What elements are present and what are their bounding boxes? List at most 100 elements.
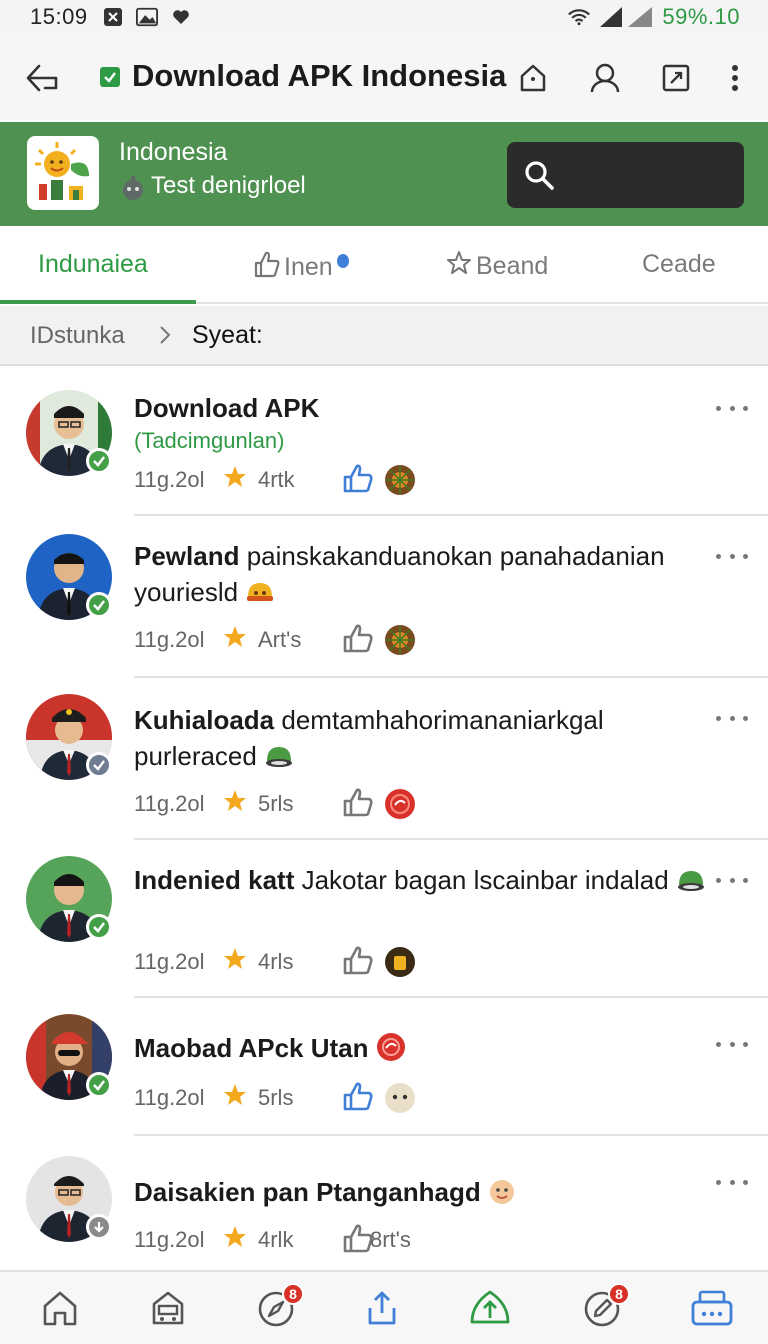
star-icon bbox=[222, 624, 248, 650]
item-date: 11g.2ol bbox=[134, 1227, 205, 1252]
back-button[interactable] bbox=[22, 58, 62, 98]
battery-text: 59%.10 bbox=[662, 4, 740, 29]
search-input[interactable] bbox=[507, 142, 744, 208]
like-icon[interactable] bbox=[342, 1080, 374, 1112]
tab-inen[interactable]: Inen bbox=[254, 250, 349, 285]
item-meta: 11g.2ol 4rtk bbox=[134, 464, 734, 498]
more-options-button[interactable] bbox=[716, 546, 748, 566]
more-options-button[interactable] bbox=[716, 1034, 748, 1054]
reaction-emoji-icon bbox=[384, 788, 416, 820]
wifi-icon bbox=[568, 7, 591, 27]
breadcrumb-current: Syeat: bbox=[192, 321, 263, 349]
item-rating-count: 5rls bbox=[258, 1085, 294, 1110]
chat-icon bbox=[691, 1290, 733, 1326]
item-title[interactable]: Daisakien pan Ptanganhagd bbox=[134, 1174, 714, 1210]
search-icon bbox=[523, 159, 555, 191]
item-date: 11g.2ol bbox=[134, 1085, 205, 1110]
tab-indunaiea[interactable]: Indunaiea bbox=[38, 250, 148, 279]
nav-upload-button[interactable] bbox=[468, 1286, 512, 1330]
item-title[interactable]: Pewland painskakanduanokan panahadanian … bbox=[134, 538, 714, 610]
notification-badge: 8 bbox=[282, 1283, 304, 1305]
divider bbox=[134, 996, 768, 998]
divider bbox=[134, 514, 768, 516]
store-icon bbox=[152, 1291, 184, 1325]
tab-label: Inen bbox=[284, 253, 333, 281]
active-tab-indicator bbox=[0, 300, 196, 304]
item-title-bold: Download APK bbox=[134, 393, 320, 423]
reaction-emoji-icon bbox=[384, 1082, 416, 1114]
tab-ceade[interactable]: Ceade bbox=[642, 250, 716, 279]
tab-label: Beand bbox=[476, 252, 549, 280]
item-title[interactable]: Kuhialoada demtamhahorimananiarkgal purl… bbox=[134, 702, 714, 774]
item-meta: 11g.2ol 5rls bbox=[134, 1082, 734, 1116]
page-title: Download APK Indonesia bbox=[132, 58, 507, 93]
verified-badge-icon bbox=[86, 592, 112, 618]
app-name: Indonesia bbox=[119, 138, 228, 166]
item-title-bold: Kuhialoada bbox=[134, 705, 275, 735]
nav-share-button[interactable] bbox=[360, 1286, 404, 1330]
item-title-bold: Daisakien pan Ptanganhagd bbox=[134, 1177, 481, 1207]
item-title[interactable]: Indenied katt Jakotar bagan lscainbar in… bbox=[134, 862, 714, 898]
nav-compass-button[interactable]: 8 bbox=[254, 1283, 304, 1330]
tab-label: Ceade bbox=[642, 250, 716, 278]
reaction-emoji-icon bbox=[384, 624, 416, 656]
nav-store-button[interactable] bbox=[146, 1286, 190, 1330]
item-meta: 11g.2ol 4rlk 8rt's bbox=[134, 1224, 734, 1258]
menu-button[interactable] bbox=[715, 58, 755, 98]
item-rating-count: 4rlk bbox=[258, 1227, 294, 1252]
like-icon[interactable] bbox=[342, 622, 374, 654]
star-icon bbox=[222, 946, 248, 972]
upload-icon bbox=[470, 1290, 510, 1324]
item-title-bold: Pewland bbox=[134, 541, 240, 571]
item-meta: 11g.2ol Art's bbox=[134, 624, 734, 658]
app-header: Indonesia Test denigrloel bbox=[0, 122, 768, 226]
nav-chat-button[interactable] bbox=[690, 1286, 734, 1330]
item-subtitle: (Tadcimgunlan) bbox=[134, 428, 285, 453]
helmet-emoji-icon bbox=[677, 871, 704, 891]
breadcrumb: IDstunka Syeat: bbox=[0, 306, 768, 366]
item-title-bold: Maobad APck Utan bbox=[134, 1033, 369, 1063]
like-icon[interactable] bbox=[342, 462, 374, 494]
star-icon bbox=[222, 1224, 248, 1250]
item-meta: 11g.2ol 5rls bbox=[134, 788, 734, 822]
profile-button[interactable] bbox=[585, 58, 625, 98]
verified-badge-icon bbox=[86, 448, 112, 474]
item-title-rest: Jakotar bagan lscainbar indalad bbox=[301, 865, 669, 895]
nav-pencil-button[interactable]: 8 bbox=[580, 1283, 630, 1330]
more-options-button[interactable] bbox=[716, 870, 748, 890]
badge-emoji-icon bbox=[376, 1033, 405, 1061]
more-options-button[interactable] bbox=[716, 398, 748, 418]
item-date: 11g.2ol bbox=[134, 949, 205, 974]
more-options-button[interactable] bbox=[716, 708, 748, 728]
thumb-icon bbox=[254, 250, 280, 285]
tab-label: Indunaiea bbox=[38, 250, 148, 278]
notification-dot bbox=[336, 253, 349, 268]
app-logo[interactable] bbox=[27, 136, 99, 210]
like-icon[interactable] bbox=[342, 786, 374, 818]
star-icon bbox=[222, 788, 248, 814]
download-badge-icon bbox=[86, 1214, 112, 1240]
pending-badge-icon bbox=[86, 752, 112, 778]
like-icon[interactable] bbox=[342, 944, 374, 976]
more-options-button[interactable] bbox=[716, 1172, 748, 1192]
star-icon bbox=[222, 464, 248, 490]
tab-bar: Indunaiea Inen Beand Ceade bbox=[0, 226, 768, 304]
item-title[interactable]: Download APK bbox=[134, 390, 714, 426]
item-like-count: 8rt's bbox=[370, 1227, 411, 1252]
breadcrumb-root[interactable]: IDstunka bbox=[30, 322, 125, 350]
share-icon bbox=[368, 1291, 396, 1325]
browser-toolbar: Download APK Indonesia bbox=[0, 34, 768, 120]
home-button[interactable] bbox=[513, 58, 553, 98]
home-icon bbox=[43, 1291, 77, 1326]
status-time: 15:09 bbox=[30, 4, 88, 29]
status-bar: 15:09 59%.10 bbox=[0, 0, 768, 34]
robot-icon bbox=[119, 174, 147, 202]
reaction-emoji-icon bbox=[384, 464, 416, 496]
item-title[interactable]: Maobad APck Utan bbox=[134, 1030, 714, 1066]
bookmark-button[interactable] bbox=[656, 58, 696, 98]
item-date: 11g.2ol bbox=[134, 627, 205, 652]
item-rating-count: Art's bbox=[258, 627, 302, 652]
tab-beand[interactable]: Beand bbox=[446, 250, 548, 283]
reaction-emoji-icon bbox=[384, 946, 416, 978]
nav-home-button[interactable] bbox=[38, 1286, 82, 1330]
